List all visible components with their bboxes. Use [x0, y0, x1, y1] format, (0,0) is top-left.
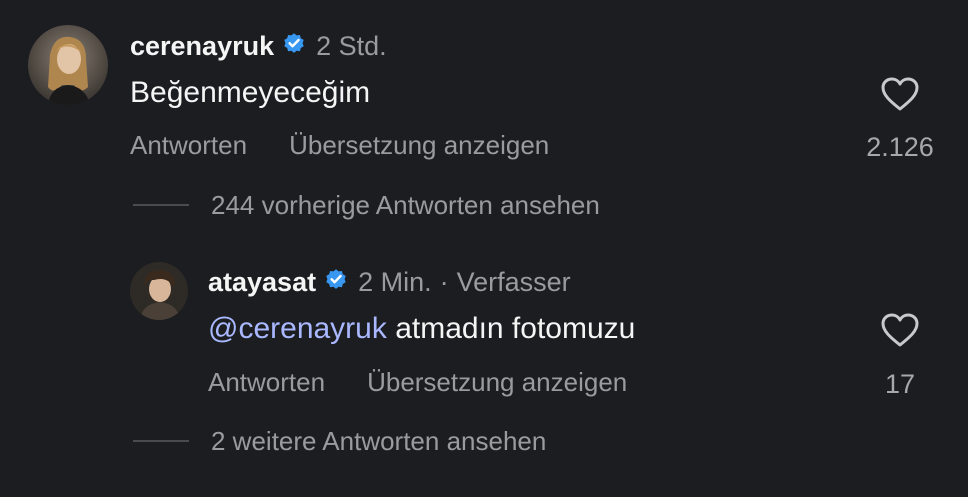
view-more-replies-label: 2 weitere Antworten ansehen — [211, 425, 547, 456]
reply-text-container: @cerenayruk atmadın fotomuzu — [208, 312, 635, 346]
author-badge: Verfasser — [456, 266, 571, 297]
verified-badge-icon — [282, 31, 306, 62]
username-atayasat[interactable]: atayasat — [208, 267, 316, 298]
avatar-atayasat[interactable] — [130, 262, 188, 320]
translate-button[interactable]: Übersetzung anzeigen — [289, 130, 549, 161]
timestamp: 2 Min. — [358, 266, 432, 297]
like-count: 2.126 — [866, 132, 934, 162]
divider-line — [133, 204, 189, 206]
username-cerenayruk[interactable]: cerenayruk — [130, 31, 274, 62]
reply-button[interactable]: Antworten — [130, 130, 247, 161]
like-count: 17 — [884, 369, 916, 399]
heart-icon[interactable] — [880, 76, 920, 117]
heart-icon[interactable] — [880, 312, 920, 353]
view-previous-replies-label: 244 vorherige Antworten ansehen — [211, 189, 600, 220]
mention-link[interactable]: @cerenayruk — [208, 312, 387, 345]
profile-photo-icon — [130, 262, 188, 320]
profile-photo-icon — [28, 25, 108, 105]
divider-line — [133, 440, 189, 442]
view-previous-replies-button[interactable]: 244 vorherige Antworten ansehen — [133, 188, 600, 222]
timestamp: 2 Std. — [316, 30, 387, 61]
reply-button[interactable]: Antworten — [208, 367, 325, 398]
separator-dot: · — [439, 266, 449, 297]
verified-badge-icon — [324, 267, 348, 298]
avatar-cerenayruk[interactable] — [28, 25, 108, 105]
view-more-replies-button[interactable]: 2 weitere Antworten ansehen — [133, 424, 546, 458]
reply-text: atmadın fotomuzu — [395, 312, 636, 345]
comment-text: Beğenmeyeceğim — [130, 76, 371, 109]
translate-button[interactable]: Übersetzung anzeigen — [367, 367, 627, 398]
